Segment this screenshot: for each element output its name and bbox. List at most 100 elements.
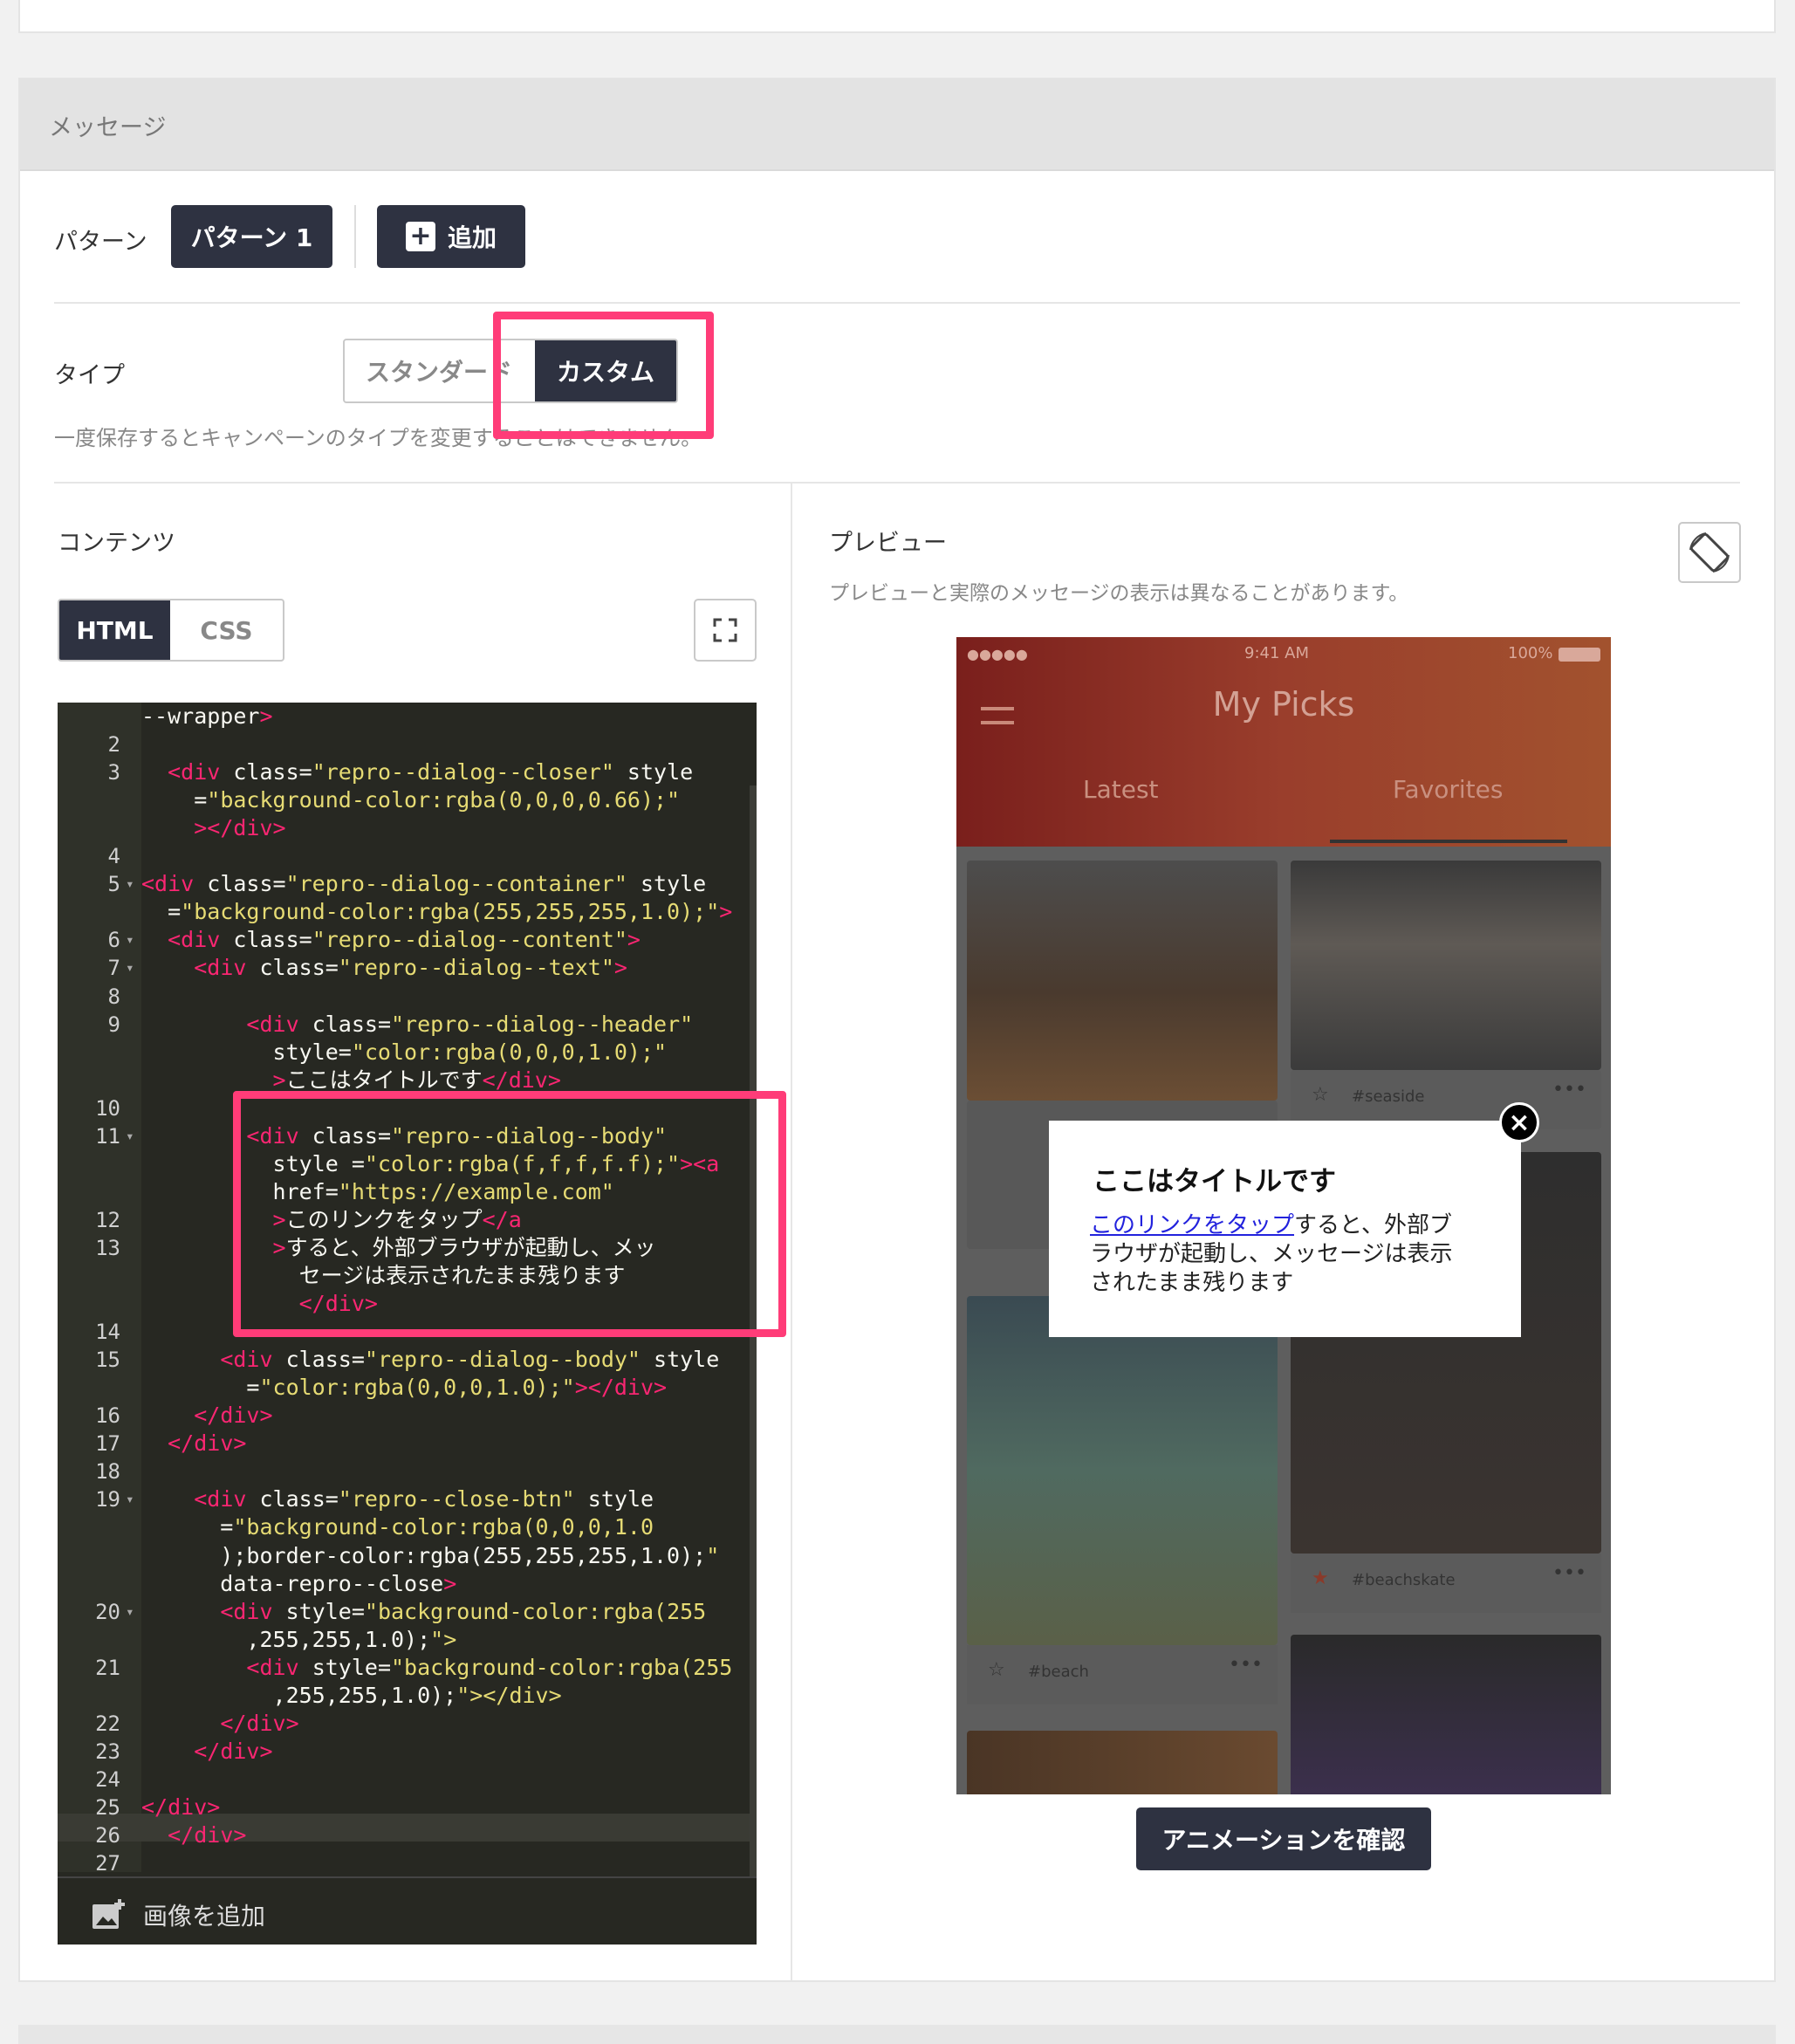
fold-arrow-icon[interactable]: ▾ (126, 954, 134, 982)
divider (54, 482, 1740, 484)
line-number: 18 (95, 1459, 120, 1485)
code-text: ="color:rgba(0,0,0,1.0);"></div> (141, 1375, 668, 1401)
code-line: >ここはタイトルです</div> (58, 1067, 757, 1094)
fold-arrow-icon[interactable]: ▾ (126, 926, 134, 954)
tag-beachskate: #beachskate (1352, 1571, 1456, 1589)
line-number: 24 (95, 1766, 120, 1792)
code-line: data-repro--close> (58, 1570, 757, 1598)
code-text: </div> (194, 1738, 273, 1764)
plus-icon: + (405, 222, 435, 251)
code-line: 26 </div> (58, 1821, 757, 1849)
add-pattern-button[interactable]: + 追加 (377, 205, 525, 268)
code-line: 21 <div style="background-color:rgba(255 (58, 1654, 757, 1682)
divider (354, 205, 356, 268)
fold-arrow-icon[interactable]: ▾ (126, 1122, 134, 1150)
status-battery: 100% (1508, 644, 1553, 662)
photo-beach-van (967, 1296, 1278, 1645)
tab-latest: Latest (1083, 775, 1159, 804)
code-text: >ここはタイトルです</div> (272, 1067, 561, 1093)
line-number: 5 (107, 872, 120, 897)
tag-beach: #beach (1028, 1663, 1089, 1681)
code-text: <div class="repro--dialog--body" style (220, 1347, 720, 1373)
line-number: 17 (95, 1431, 120, 1457)
code-line: 3 <div class="repro--dialog--closer" sty… (58, 758, 757, 786)
tag-seaside: #seaside (1352, 1087, 1425, 1106)
code-line: ="background-color:rgba(0,0,0,1.0 (58, 1513, 757, 1541)
code-line: 17 </div> (58, 1430, 757, 1458)
pattern-1-button[interactable]: パターン 1 (171, 205, 332, 268)
code-line: 9 <div class="repro--dialog--header" (58, 1011, 757, 1039)
type-label: タイプ (54, 362, 125, 389)
code-text: </div> (194, 1403, 273, 1429)
tab-html[interactable]: HTML (59, 600, 170, 660)
code-text: data-repro--close> (141, 1570, 457, 1596)
photo-logs (967, 861, 1278, 1101)
divider (54, 302, 1740, 304)
line-number: 15 (95, 1348, 120, 1373)
code-line: ,255,255,1.0);"> (58, 1626, 757, 1654)
check-animation-button[interactable]: アニメーションを確認 (1136, 1807, 1431, 1870)
code-line: 27 (58, 1849, 757, 1877)
code-line: 18 (58, 1458, 757, 1485)
line-number: 16 (95, 1403, 120, 1429)
code-text: style="color:rgba(0,0,0,1.0);" (141, 1039, 668, 1065)
code-text: </div> (220, 1710, 299, 1736)
beachskate-footer: ★ #beachskate ••• (1291, 1554, 1601, 1613)
preview-note: プレビューと実際のメッセージの表示は異なることがあります。 (829, 582, 1409, 605)
line-number: 12 (95, 1207, 120, 1232)
line-number: 10 (95, 1095, 120, 1121)
line-number: 7 (107, 956, 120, 981)
beach-footer: ☆ #beach ••• (967, 1645, 1278, 1704)
star-icon: ☆ (1312, 1084, 1329, 1106)
line-number: 6 (107, 928, 120, 953)
tab-css[interactable]: CSS (170, 600, 283, 660)
dialog-close-button[interactable]: × (1499, 1102, 1539, 1142)
code-text: <div style="background-color:rgba(255 (220, 1598, 707, 1624)
code-line: 2 (58, 730, 757, 758)
code-line: 20 ▾ <div style="background-color:rgba(25… (58, 1598, 757, 1626)
code-line: 23 </div> (58, 1738, 757, 1766)
code-line: 8 (58, 983, 757, 1011)
add-label: 追加 (447, 223, 497, 252)
line-number: 25 (95, 1794, 120, 1820)
code-line: );border-color:rgba(255,255,255,1.0);" (58, 1542, 757, 1570)
add-image-icon[interactable] (91, 1897, 126, 1931)
dialog-link[interactable]: このリンクをタップ (1090, 1212, 1294, 1238)
line-number: 21 (95, 1655, 120, 1680)
photo-wood (967, 1731, 1278, 1794)
fold-arrow-icon[interactable]: ▾ (126, 870, 134, 898)
line-number: 8 (107, 984, 120, 1009)
fold-arrow-icon[interactable]: ▾ (126, 1485, 134, 1513)
content-tabs: HTML CSS (58, 599, 284, 662)
code-text: </div> (168, 1822, 247, 1848)
code-line: 24 (58, 1766, 757, 1794)
code-text: ="background-color:rgba(0,0,0,0.66);" (141, 787, 681, 813)
rotate-button[interactable] (1678, 522, 1741, 583)
star-filled-icon: ★ (1312, 1567, 1329, 1589)
line-number: 11 (95, 1123, 120, 1149)
add-image-label[interactable]: 画像を追加 (143, 1897, 265, 1932)
fold-arrow-icon[interactable]: ▾ (126, 1598, 134, 1626)
code-text: ="background-color:rgba(255,255,255,1.0)… (141, 899, 733, 925)
pattern-label: パターン (54, 229, 147, 256)
fullscreen-button[interactable] (694, 599, 757, 662)
column-divider (791, 484, 792, 1980)
code-text: --wrapper> (141, 703, 273, 729)
code-line: style="color:rgba(0,0,0,1.0);" (58, 1039, 757, 1067)
code-text: <div class="repro--dialog--text"> (194, 955, 627, 981)
editor-footer: 画像を追加 (58, 1876, 757, 1945)
status-time: 9:41 AM (1244, 644, 1309, 662)
code-text: ="background-color:rgba(0,0,0,1.0 (141, 1514, 654, 1540)
app-title: My Picks (1212, 685, 1355, 724)
fullscreen-icon (713, 618, 737, 642)
line-number: 2 (107, 732, 120, 758)
code-line: 19 ▾ <div class="repro--close-btn" style (58, 1485, 757, 1513)
code-text: );border-color:rgba(255,255,255,1.0);" (141, 1542, 720, 1568)
code-line: ="background-color:rgba(0,0,0,0.66);" (58, 786, 757, 814)
tab-indicator (1330, 840, 1567, 843)
line-number: 3 (107, 760, 120, 785)
photo-flowers (1291, 1635, 1601, 1794)
code-line: ="background-color:rgba(255,255,255,1.0)… (58, 898, 757, 926)
app-header: ●●●●● 9:41 AM 100% My Picks Latest Favor… (956, 637, 1611, 847)
line-number: 13 (95, 1235, 120, 1260)
